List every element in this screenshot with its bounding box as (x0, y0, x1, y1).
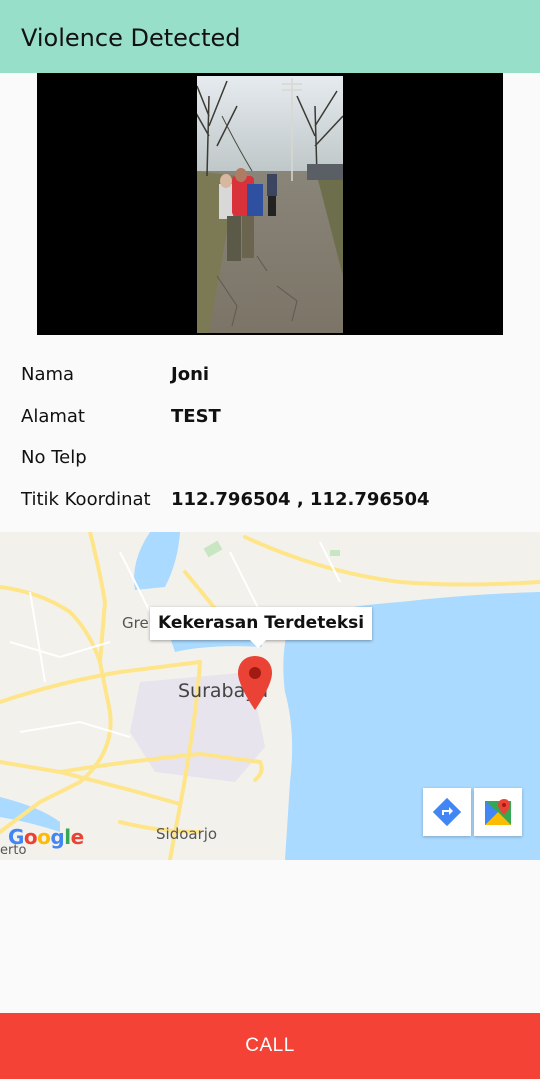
detail-label: No Telp (21, 447, 87, 468)
google-maps-icon (485, 799, 511, 825)
place-label: Sidoarjo (156, 825, 218, 843)
google-logo: Google (8, 825, 84, 849)
detail-row-no-telp: No Telp (21, 447, 521, 489)
details-table: Nama Joni Alamat TEST No Telp Titik Koor… (21, 364, 521, 530)
directions-button[interactable] (423, 788, 471, 836)
detail-row-nama: Nama Joni (21, 364, 521, 406)
marker-info-window[interactable]: Kekerasan Terdeteksi (150, 607, 373, 648)
app-bar: Violence Detected (0, 0, 540, 73)
detail-label: Titik Koordinat (21, 488, 151, 510)
detail-label: Alamat (21, 405, 85, 427)
app-title: Violence Detected (21, 24, 241, 52)
map-view[interactable]: Gre Surabaya Sidoarjo erto Kekerasan Ter… (0, 532, 540, 860)
video-player[interactable] (37, 73, 503, 335)
place-label: Gre (122, 614, 149, 632)
call-button[interactable]: CALL (0, 1013, 540, 1079)
map-marker-icon[interactable] (238, 656, 272, 710)
open-in-maps-button[interactable] (474, 788, 522, 836)
detail-value: Joni (171, 364, 210, 385)
detail-value: 112.796504 , 112.796504 (171, 488, 430, 510)
video-frame (197, 76, 343, 333)
detail-row-koordinat: Titik Koordinat 112.796504 , 112.796504 (21, 489, 521, 531)
detail-value: TEST (171, 405, 221, 427)
detail-label: Nama (21, 364, 75, 385)
detail-row-alamat: Alamat TEST (21, 406, 521, 448)
directions-icon (433, 798, 461, 826)
